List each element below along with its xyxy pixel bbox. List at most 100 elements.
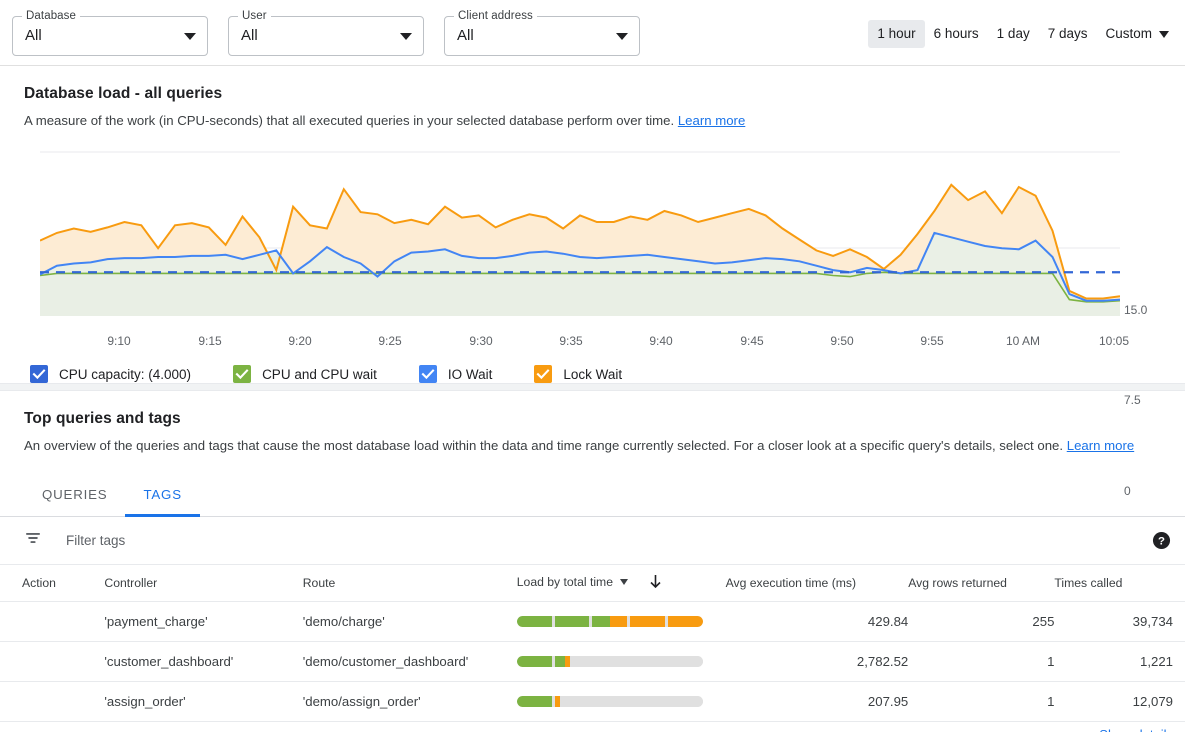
table-header-row: Action Controller Route Load by total ti… <box>0 565 1185 602</box>
header-route: Route <box>303 565 517 602</box>
load-bar-fill-orange <box>555 696 560 707</box>
time-range-1-day[interactable]: 1 day <box>988 20 1039 48</box>
cell-route: 'demo/customer_dashboard' <box>303 642 517 682</box>
load-bar-fill-green <box>517 616 552 627</box>
header-load-label: Load by total time <box>517 575 613 589</box>
cell-load-bar <box>517 682 726 722</box>
checkbox-checked-icon[interactable] <box>30 365 48 383</box>
load-bar-segment <box>668 656 703 667</box>
card-divider <box>0 383 1185 391</box>
filter-row: ? <box>0 517 1185 565</box>
header-action: Action <box>0 565 104 602</box>
load-bar-segment <box>630 696 665 707</box>
query-insights-page: Database All User All Client address All… <box>0 0 1185 732</box>
cell-load-bar <box>517 642 726 682</box>
header-times-called: Times called <box>1054 565 1185 602</box>
database-filter-value: All <box>25 26 42 46</box>
cell-avg-execution-time: 207.95 <box>726 682 909 722</box>
cell-action[interactable] <box>0 602 104 642</box>
time-range-7-days[interactable]: 7 days <box>1039 20 1097 48</box>
cell-avg-execution-time: 429.84 <box>726 602 909 642</box>
time-range-custom-label: Custom <box>1105 25 1152 43</box>
filter-bar: Database All User All Client address All… <box>0 0 1185 66</box>
table-row[interactable]: 'assign_order''demo/assign_order'207.951… <box>0 682 1185 722</box>
table-row[interactable]: 'customer_dashboard''demo/customer_dashb… <box>0 642 1185 682</box>
load-bar-fill-green <box>517 656 552 667</box>
client-address-filter-value: All <box>457 26 474 46</box>
load-bar-segment <box>668 696 703 707</box>
load-bar-segment <box>555 616 590 627</box>
time-range-1-hour[interactable]: 1 hour <box>868 20 924 48</box>
chevron-down-icon <box>400 33 412 40</box>
cell-action[interactable] <box>0 642 104 682</box>
user-filter-select[interactable]: User All <box>228 16 424 56</box>
x-tick-2: 9:20 <box>288 334 311 348</box>
x-tick-7: 9:45 <box>740 334 763 348</box>
time-range-6-hours[interactable]: 6 hours <box>925 20 988 48</box>
x-tick-6: 9:40 <box>649 334 672 348</box>
table-row[interactable]: 'payment_charge''demo/charge'429.8425539… <box>0 602 1185 642</box>
header-load-by-total-time[interactable]: Load by total time <box>517 565 726 602</box>
load-bar <box>517 616 703 627</box>
filter-tags-input[interactable] <box>64 532 464 549</box>
load-bar-segment <box>555 656 590 667</box>
y-axis-tick-0: 0 <box>1124 485 1131 497</box>
chart-legend: CPU capacity: (4.000) CPU and CPU wait I… <box>0 359 1185 383</box>
x-tick-10: 10 AM <box>1006 334 1040 348</box>
load-bar-segment <box>592 696 627 707</box>
cell-avg-rows-returned: 1 <box>908 642 1054 682</box>
checkbox-checked-icon[interactable] <box>534 365 552 383</box>
cell-times-called: 39,734 <box>1054 602 1185 642</box>
load-bar-fill-orange <box>668 616 703 627</box>
tab-queries[interactable]: QUERIES <box>24 473 125 517</box>
user-filter-label: User <box>238 9 271 23</box>
client-address-filter-select[interactable]: Client address All <box>444 16 640 56</box>
time-range-custom[interactable]: Custom <box>1096 20 1173 48</box>
cell-controller: 'payment_charge' <box>104 602 302 642</box>
legend-item-io-wait[interactable]: IO Wait <box>419 365 493 383</box>
database-load-chart: 15.0 7.5 0 9:10 9:15 9:20 9:30 9:25 9:35… <box>0 144 1185 359</box>
legend-item-cpu-capacity[interactable]: CPU capacity: (4.000) <box>30 365 191 383</box>
database-load-learn-more-link[interactable]: Learn more <box>678 113 745 128</box>
cell-avg-rows-returned: 255 <box>908 602 1054 642</box>
load-bar-segment <box>555 696 590 707</box>
x-axis-ticks: 9:10 9:15 9:20 9:30 9:25 9:35 9:40 9:45 … <box>40 334 1130 354</box>
cpu-area <box>40 272 1120 316</box>
user-filter-value: All <box>241 26 258 46</box>
x-tick-9: 9:55 <box>920 334 943 348</box>
load-bar <box>517 656 703 667</box>
load-bar-fill-green <box>592 616 609 627</box>
checkbox-checked-icon[interactable] <box>419 365 437 383</box>
help-icon[interactable]: ? <box>1152 531 1171 555</box>
cell-action[interactable] <box>0 682 104 722</box>
y-axis-tick-15: 15.0 <box>1124 304 1147 316</box>
database-load-card: Database load - all queries A measure of… <box>0 66 1185 383</box>
tab-tags[interactable]: TAGS <box>125 473 199 517</box>
legend-item-cpu-and-cpu-wait[interactable]: CPU and CPU wait <box>233 365 377 383</box>
client-address-filter-label: Client address <box>454 9 537 23</box>
x-tick-0: 9:10 <box>107 334 130 348</box>
database-load-chart-svg <box>40 144 1120 329</box>
cell-times-called: 12,079 <box>1054 682 1185 722</box>
load-sort-control[interactable]: Load by total time <box>517 575 628 589</box>
top-queries-description-text: An overview of the queries and tags that… <box>24 438 1063 453</box>
checkbox-checked-icon[interactable] <box>233 365 251 383</box>
tags-table-body: 'payment_charge''demo/charge'429.8425539… <box>0 602 1185 722</box>
cell-avg-execution-time: 2,782.52 <box>726 642 909 682</box>
load-bar-fill-green <box>555 616 590 627</box>
cell-route: 'demo/assign_order' <box>303 682 517 722</box>
legend-item-lock-wait[interactable]: Lock Wait <box>534 365 622 383</box>
time-range-selector: 1 hour 6 hours 1 day 7 days Custom <box>868 20 1173 48</box>
svg-text:?: ? <box>1158 536 1165 548</box>
load-bar <box>517 696 703 707</box>
database-load-description-text: A measure of the work (in CPU-seconds) t… <box>24 113 674 128</box>
show-details-link[interactable]: Show details <box>1099 727 1173 732</box>
load-bar-segment <box>668 616 703 627</box>
filter-list-icon[interactable] <box>24 529 42 552</box>
x-tick-11: 10:05 <box>1099 334 1129 348</box>
load-bar-segment <box>592 616 627 627</box>
x-tick-8: 9:50 <box>830 334 853 348</box>
top-queries-learn-more-link[interactable]: Learn more <box>1067 438 1134 453</box>
sort-descending-icon[interactable] <box>649 574 662 592</box>
database-filter-select[interactable]: Database All <box>12 16 208 56</box>
